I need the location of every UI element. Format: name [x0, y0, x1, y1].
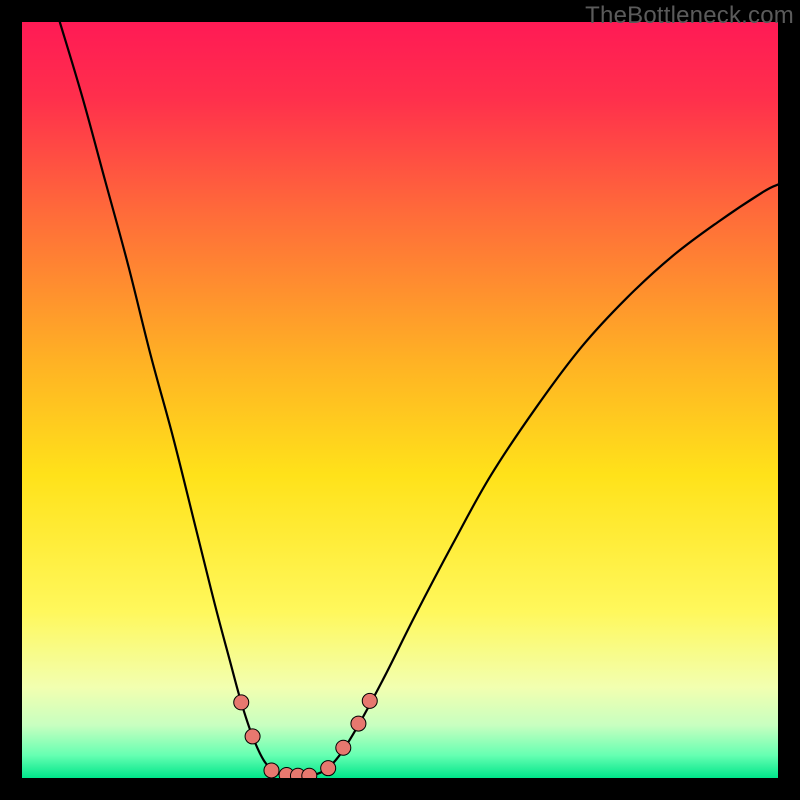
data-marker	[234, 695, 249, 710]
data-marker	[321, 761, 336, 776]
chart-frame	[22, 22, 778, 778]
data-marker	[302, 768, 317, 778]
data-marker	[336, 740, 351, 755]
chart-background	[22, 22, 778, 778]
data-marker	[362, 693, 377, 708]
watermark-text: TheBottleneck.com	[585, 2, 794, 30]
data-marker	[351, 716, 366, 731]
data-marker	[264, 763, 279, 778]
data-marker	[245, 729, 260, 744]
chart-svg	[22, 22, 778, 778]
